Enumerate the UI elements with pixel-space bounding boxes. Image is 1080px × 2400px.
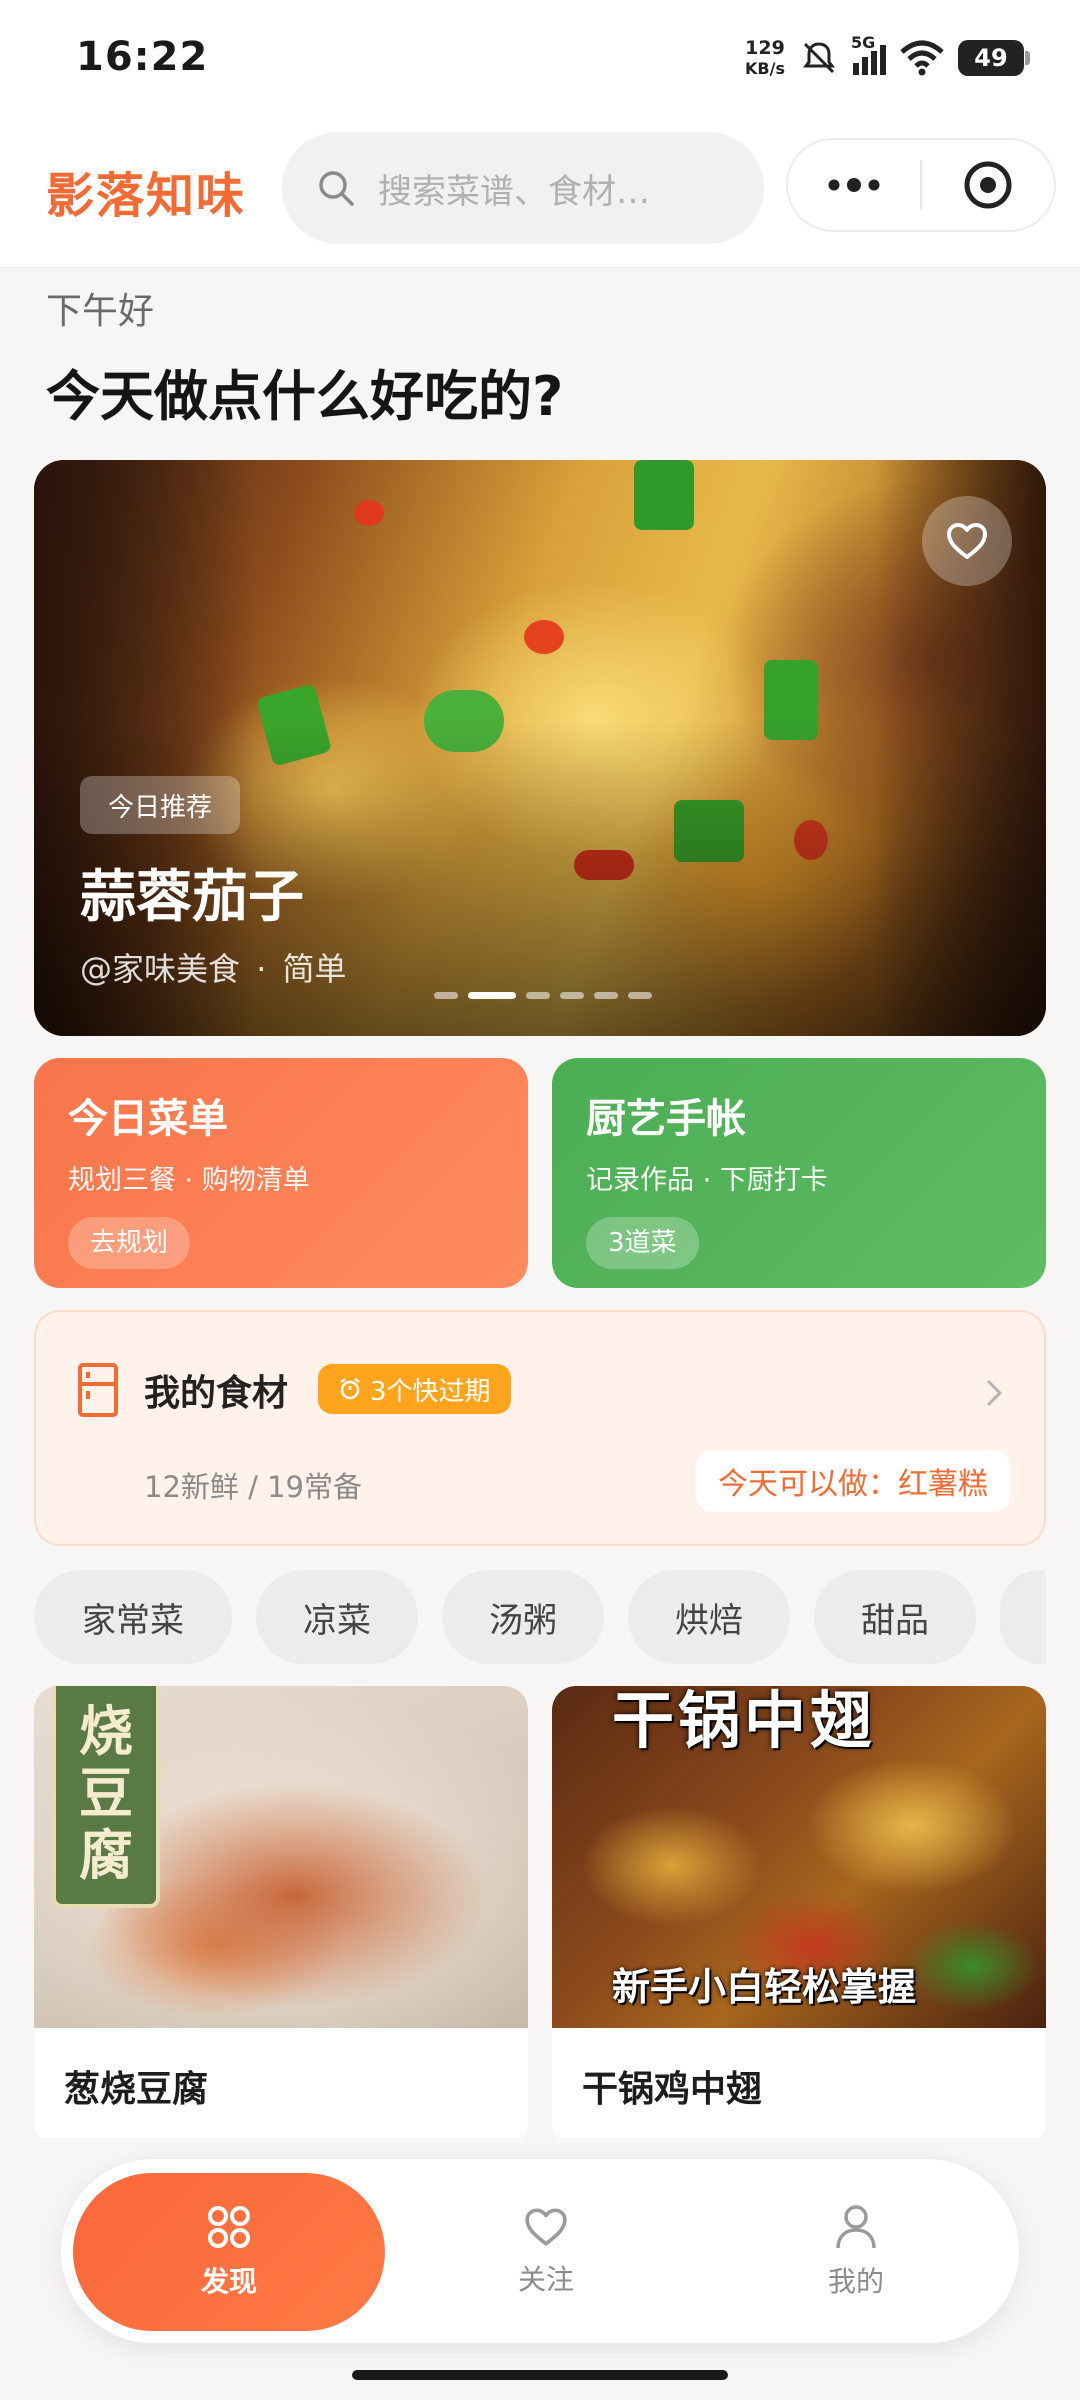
- nav-follow[interactable]: 关注: [391, 2159, 701, 2345]
- category-chip[interactable]: 家常菜: [34, 1570, 232, 1664]
- today-menu-subtitle: 规划三餐 · 购物清单: [68, 1165, 310, 1196]
- suggested-dish[interactable]: 今天可以做：红薯糕: [696, 1450, 1010, 1512]
- category-chip[interactable]: 凉菜: [256, 1570, 418, 1664]
- search-placeholder: 搜索菜谱、食材…: [378, 171, 650, 212]
- bottom-nav: 发现 关注 我的: [60, 2158, 1020, 2344]
- network-speed: 129 KB/s: [745, 37, 785, 78]
- carousel-indicator: [434, 992, 652, 999]
- status-icons: 129 KB/s 5G 49: [745, 30, 1030, 86]
- my-ingredients-card[interactable]: 我的食材 3个快过期 12新鲜 / 19常备 今天可以做：红薯糕: [34, 1310, 1046, 1546]
- carousel-dot-active[interactable]: [468, 992, 516, 999]
- nav-mine-label: 我的: [827, 2265, 884, 2298]
- carousel-dot[interactable]: [434, 992, 458, 999]
- category-chip[interactable]: 汤粥: [442, 1570, 604, 1664]
- carousel-dot[interactable]: [594, 992, 618, 999]
- greeting-title: 今天做点什么好吃的?: [46, 365, 564, 428]
- cooking-journal-card[interactable]: 厨艺手帐 记录作品 · 下厨打卡 3道菜: [552, 1058, 1046, 1288]
- nav-mine[interactable]: 我的: [701, 2159, 1011, 2345]
- alarm-clock-icon: [340, 1378, 360, 1400]
- featured-recipe-banner[interactable]: 今日推荐 蒜蓉茄子 @家味美食 · 简单: [34, 460, 1046, 1036]
- recipe-image-label: 烧 豆 腐: [52, 1686, 160, 1908]
- my-ingredients-title: 我的食材: [144, 1373, 289, 1414]
- carousel-dot[interactable]: [526, 992, 550, 999]
- hero-separator: ·: [256, 950, 267, 988]
- recipe-image-caption: 新手小白轻松掌握: [612, 1964, 917, 2009]
- today-menu-title: 今日菜单: [68, 1096, 228, 1142]
- more-button[interactable]: [788, 140, 920, 230]
- carousel-dot[interactable]: [560, 992, 584, 999]
- carousel-dot[interactable]: [628, 992, 652, 999]
- battery-icon: 49: [958, 40, 1030, 76]
- wifi-icon: [900, 40, 944, 76]
- discover-icon: [208, 2206, 250, 2248]
- fridge-icon: [78, 1363, 118, 1417]
- category-chips: 家常菜 凉菜 汤粥 烘焙 甜品: [34, 1570, 1046, 1664]
- cooking-journal-title: 厨艺手帐: [586, 1096, 746, 1142]
- app-brand: 影落知味: [46, 168, 247, 224]
- chevron-right-icon[interactable]: [984, 1378, 1004, 1408]
- miniprogram-capsule: [786, 138, 1056, 232]
- recipe-name: 干锅鸡中翅: [582, 2069, 763, 2110]
- plan-button[interactable]: 去规划: [68, 1217, 191, 1269]
- recipe-image-title: 干锅中翅: [612, 1686, 877, 1757]
- target-icon: [964, 161, 1012, 209]
- greeting-subtitle: 下午好: [46, 291, 155, 332]
- mute-icon: [803, 42, 835, 74]
- cooking-journal-subtitle: 记录作品 · 下厨打卡: [586, 1165, 828, 1196]
- close-miniprogram-button[interactable]: [922, 140, 1054, 230]
- ingredient-stats: 12新鲜 / 19常备: [144, 1470, 363, 1504]
- expiring-text: 3个快过期: [370, 1376, 491, 1407]
- heart-icon: [525, 2208, 567, 2246]
- app-header: 影落知味 搜索菜谱、食材…: [0, 118, 1080, 268]
- category-chip[interactable]: 甜品: [814, 1570, 976, 1664]
- recipe-image: 烧 豆 腐: [34, 1686, 528, 2028]
- hero-tag: 今日推荐: [80, 776, 241, 834]
- dish-count-badge: 3道菜: [586, 1217, 699, 1269]
- home-indicator[interactable]: [352, 2370, 728, 2380]
- cellular-signal-icon: 5G: [851, 33, 886, 75]
- today-menu-card[interactable]: 今日菜单 规划三餐 · 购物清单 去规划: [34, 1058, 528, 1288]
- hero-title: 蒜蓉茄子: [80, 865, 304, 930]
- hero-difficulty: 简单: [282, 950, 347, 988]
- user-icon: [836, 2205, 876, 2249]
- status-time: 16:22: [76, 34, 209, 80]
- category-chip[interactable]: 烘焙: [628, 1570, 790, 1664]
- search-bar[interactable]: 搜索菜谱、食材…: [282, 132, 764, 244]
- favorite-button[interactable]: [922, 496, 1012, 586]
- signal-type-label: 5G: [851, 33, 876, 52]
- recipe-image: 干锅中翅 新手小白轻松掌握: [552, 1686, 1046, 2028]
- category-chip-partial[interactable]: [1000, 1570, 1046, 1664]
- more-dots-icon: [828, 178, 880, 192]
- expiring-badge[interactable]: 3个快过期: [318, 1364, 511, 1414]
- nav-follow-label: 关注: [517, 2263, 574, 2296]
- nav-discover[interactable]: 发现: [73, 2173, 385, 2331]
- heart-icon: [947, 523, 987, 559]
- status-bar: 16:22 129 KB/s 5G 49: [0, 0, 1080, 118]
- hero-author: @家味美食: [80, 950, 241, 988]
- recipe-name: 葱烧豆腐: [64, 2069, 209, 2110]
- nav-discover-label: 发现: [200, 2265, 257, 2298]
- search-icon: [319, 171, 354, 206]
- recipe-card[interactable]: 烧 豆 腐 葱烧豆腐: [34, 1686, 528, 2146]
- hero-meta: @家味美食 · 简单: [80, 944, 347, 990]
- recipe-card[interactable]: 干锅中翅 新手小白轻松掌握 干锅鸡中翅: [552, 1686, 1046, 2146]
